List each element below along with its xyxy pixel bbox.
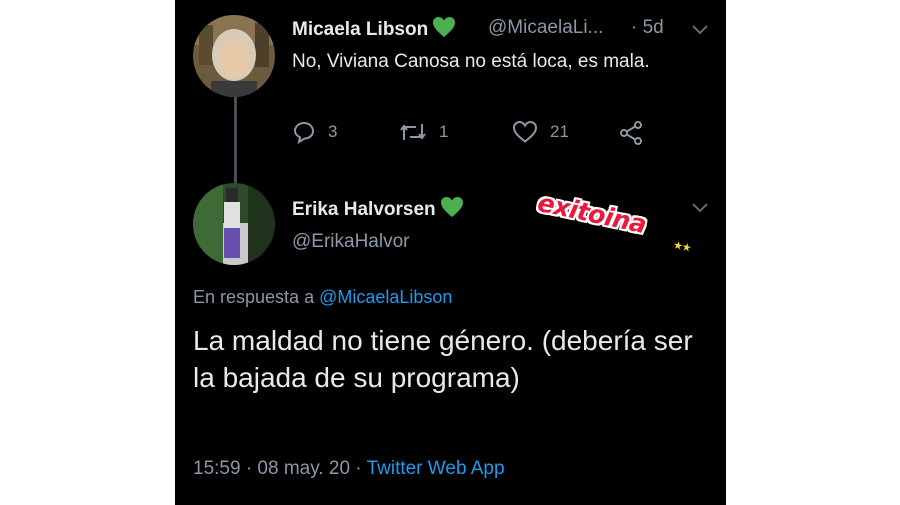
share-icon — [620, 121, 642, 145]
author-name[interactable]: Micaela Libson — [292, 16, 456, 44]
author-name[interactable]: Erika Halvorsen — [292, 196, 464, 224]
tweet-text: No, Viviana Canosa no está loca, es mala… — [292, 51, 650, 72]
retweet-count: 1 — [439, 122, 449, 141]
like-count: 21 — [550, 122, 569, 141]
share-button[interactable] — [618, 120, 656, 146]
author-handle[interactable]: @ErikaHalvor — [292, 231, 409, 253]
retweet-button[interactable]: 1 — [399, 120, 448, 144]
chevron-down-icon[interactable] — [691, 200, 709, 218]
author-handle[interactable]: @MicaelaLi... — [488, 17, 603, 39]
tweet-meta: 15:59 · 08 may. 20 · Twitter Web App — [193, 458, 505, 480]
reply-prefix: En respuesta a — [193, 287, 315, 307]
tweet-thread: Micaela Libson @MicaelaLi... · 5d No, Vi… — [175, 0, 726, 505]
exitoina-sticker: exitoina — [535, 187, 649, 240]
reply-button[interactable]: 3 — [292, 120, 337, 144]
avatar-erika[interactable] — [193, 183, 275, 265]
retweet-icon — [400, 124, 426, 140]
mention-link[interactable]: @MicaelaLibson — [319, 287, 452, 307]
sticker-stars: ★★ — [671, 239, 692, 255]
reply-count: 3 — [328, 122, 338, 141]
green-heart-icon — [440, 196, 464, 224]
heart-icon — [512, 120, 538, 143]
thread-line — [234, 97, 237, 184]
tweet-timestamp[interactable]: 15:59 · 08 may. 20 · — [193, 458, 362, 479]
reply-context: En respuesta a @MicaelaLibson — [193, 287, 452, 308]
reply-icon — [293, 121, 315, 144]
tweet-time[interactable]: · 5d — [631, 17, 664, 39]
chevron-down-icon[interactable] — [691, 22, 709, 40]
avatar-micaela[interactable] — [193, 15, 275, 97]
like-button[interactable]: 21 — [512, 120, 569, 144]
green-heart-icon — [432, 16, 456, 44]
source-link[interactable]: Twitter Web App — [367, 458, 505, 479]
tweet-text: La maldad no tiene género. (debería ser … — [193, 325, 693, 393]
